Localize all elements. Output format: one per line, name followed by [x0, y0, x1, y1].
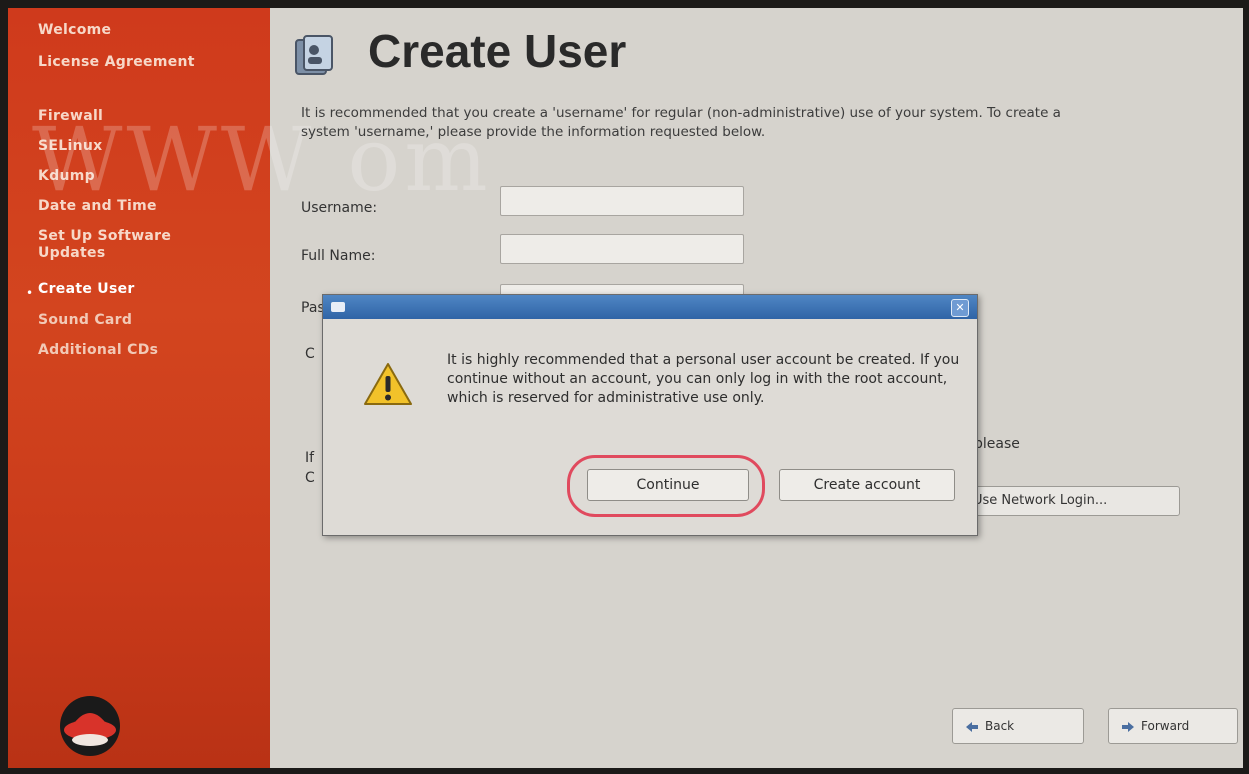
- username-label: Username:: [301, 200, 378, 216]
- current-step-bullet: •: [26, 286, 34, 300]
- network-login-text-fragment: please: [974, 436, 1020, 452]
- sidebar-item-software-updates: Set Up Software Updates: [38, 228, 172, 261]
- sidebar-item-additional-cds: Additional CDs: [38, 342, 159, 358]
- intro-text: It is recommended that you create a 'use…: [301, 105, 1061, 140]
- back-button[interactable]: Back: [952, 708, 1084, 744]
- window-menu-icon[interactable]: [331, 302, 345, 312]
- warning-dialog: ✕ It is highly recommended that a person…: [322, 294, 978, 536]
- sidebar-item-welcome: Welcome: [38, 22, 112, 38]
- info-text-fragment: If: [305, 450, 315, 466]
- sidebar-item-license-agreement: License Agreement: [38, 54, 195, 70]
- back-button-label: Back: [985, 719, 1015, 733]
- sidebar-item-sound-card: Sound Card: [38, 312, 133, 328]
- forward-button[interactable]: Forward: [1108, 708, 1238, 744]
- forward-button-label: Forward: [1141, 719, 1190, 733]
- sidebar-item-create-user: Create User: [38, 281, 135, 297]
- create-account-button[interactable]: Create account: [779, 469, 955, 501]
- warning-icon: [364, 363, 412, 405]
- continue-button[interactable]: Continue: [587, 469, 749, 501]
- back-arrow-icon: [966, 721, 978, 732]
- dialog-message: It is highly recommended that a personal…: [447, 352, 960, 406]
- dialog-titlebar[interactable]: ✕: [323, 295, 977, 319]
- user-card-icon: [295, 35, 333, 75]
- info-text-fragment-2: C: [305, 470, 315, 486]
- forward-arrow-icon: [1122, 721, 1134, 732]
- full-name-field[interactable]: [500, 234, 744, 264]
- username-field[interactable]: [500, 186, 744, 216]
- confirm-label-fragment: C: [305, 346, 315, 362]
- page-title: Create User: [368, 25, 627, 77]
- close-icon[interactable]: ✕: [951, 299, 969, 317]
- full-name-label: Full Name:: [301, 248, 376, 264]
- redhat-logo-icon: [60, 696, 120, 756]
- use-network-login-button[interactable]: Use Network Login...: [966, 486, 1180, 516]
- firstboot-screen: Welcome License Agreement Firewall SELin…: [8, 8, 1243, 768]
